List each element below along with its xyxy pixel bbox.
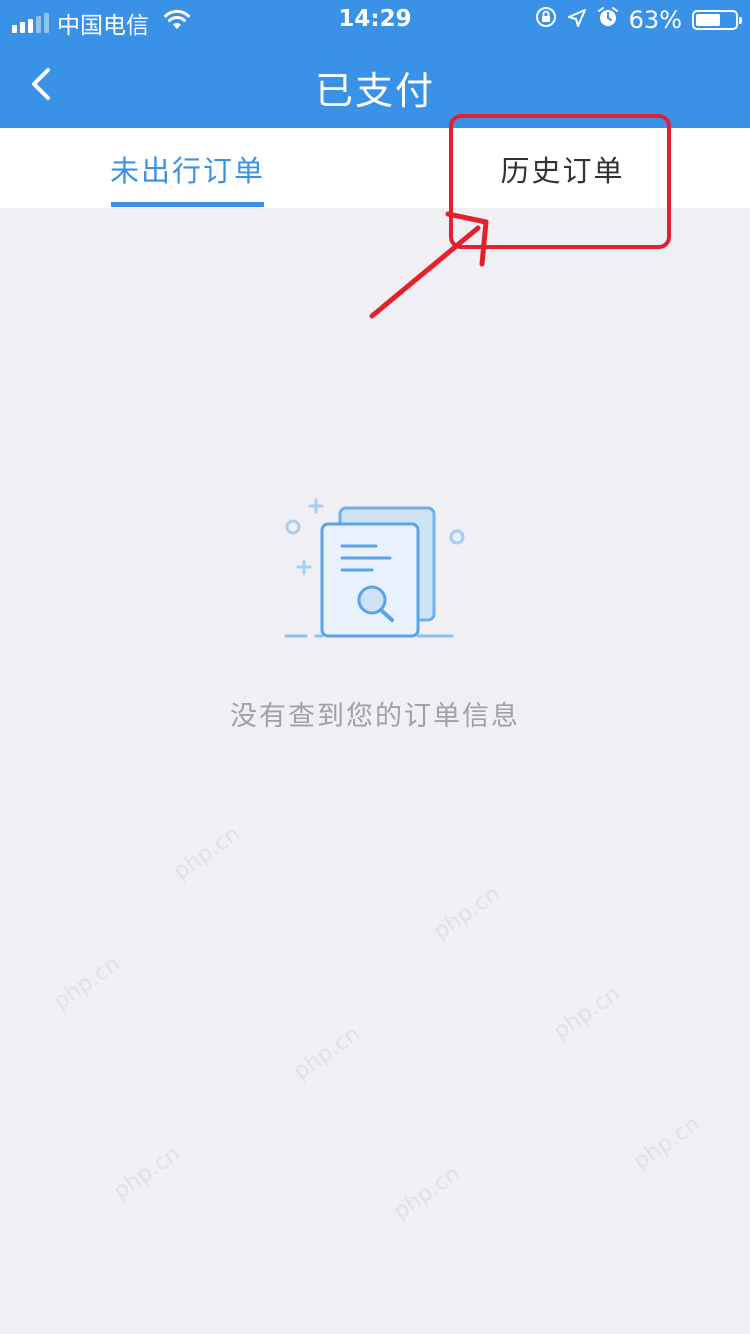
svg-text:php.cn: php.cn bbox=[429, 881, 505, 944]
annotation-arrow-icon bbox=[369, 211, 489, 319]
tab-bar: 未出行订单 历史订单 bbox=[0, 128, 750, 208]
status-bar: 中国电信 14:29 63% bbox=[0, 0, 750, 40]
battery-icon bbox=[692, 10, 742, 30]
tab-history-orders[interactable]: 历史订单 bbox=[375, 128, 750, 208]
svg-text:php.cn: php.cn bbox=[49, 951, 125, 1014]
svg-text:php.cn: php.cn bbox=[389, 1161, 465, 1224]
tab-label: 未出行订单 bbox=[109, 154, 265, 188]
svg-text:php.cn: php.cn bbox=[549, 981, 625, 1044]
empty-state-message: 没有查到您的订单信息 bbox=[230, 701, 520, 732]
svg-text:php.cn: php.cn bbox=[629, 1111, 705, 1174]
page-title: 已支付 bbox=[314, 69, 435, 113]
tab-active-indicator bbox=[111, 202, 264, 207]
rotation-lock-icon bbox=[535, 6, 557, 34]
alarm-icon bbox=[597, 6, 619, 34]
svg-text:php.cn: php.cn bbox=[169, 821, 245, 884]
svg-text:php.cn: php.cn bbox=[289, 1021, 365, 1084]
svg-text:php.cn: php.cn bbox=[109, 1141, 185, 1204]
location-icon bbox=[567, 6, 587, 34]
battery-percent: 63% bbox=[628, 6, 682, 34]
tab-label: 历史订单 bbox=[500, 154, 625, 188]
nav-bar: 已支付 bbox=[0, 40, 750, 128]
tab-upcoming-orders[interactable]: 未出行订单 bbox=[0, 128, 375, 208]
status-right: 63% bbox=[535, 6, 742, 34]
document-search-icon bbox=[276, 494, 476, 648]
